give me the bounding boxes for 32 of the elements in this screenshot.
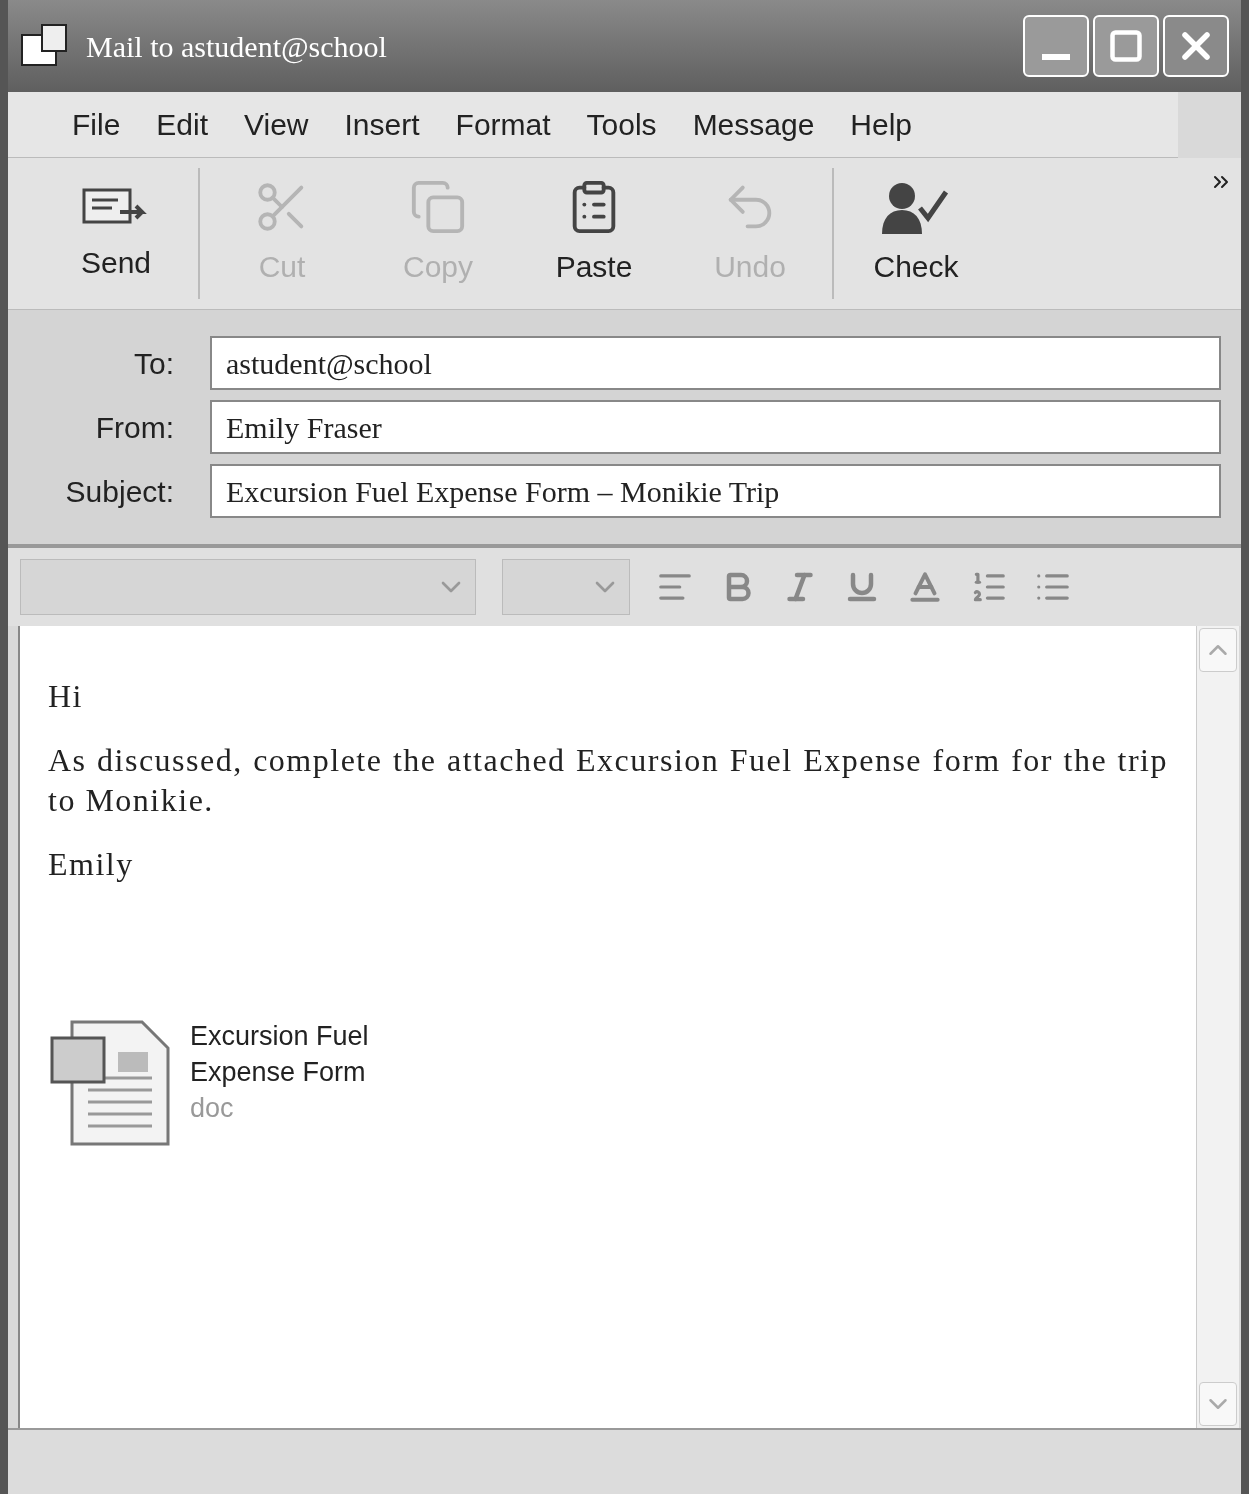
scroll-up-button[interactable] (1199, 628, 1237, 672)
attachment-name[interactable]: Excursion Fuel Expense Form (190, 1018, 390, 1090)
close-button[interactable] (1163, 15, 1229, 77)
header-field[interactable]: Emily Fraser (210, 400, 1221, 454)
toolbar-button[interactable]: Send (38, 158, 194, 309)
menu-item[interactable]: Tools (570, 102, 673, 147)
body-paragraph: As discussed, complete the attached Excursion Fuel Expense form for the trip to Monikie. (48, 741, 1168, 820)
field-label: To: (132, 345, 174, 382)
maximize-button[interactable] (1093, 15, 1159, 77)
attachment-type: doc (190, 1092, 235, 1125)
toolbar-button[interactable]: Paste (516, 158, 672, 309)
menu-item[interactable]: Insert (328, 102, 436, 147)
header-field[interactable]: astudent@school (210, 336, 1221, 390)
menu-item[interactable]: View (228, 102, 325, 147)
minimize-icon (1042, 54, 1070, 60)
menu-item[interactable]: Edit (140, 102, 225, 147)
menu-item[interactable]: Format (439, 102, 567, 147)
menu-item[interactable]: File (56, 102, 137, 147)
field-label: From: (94, 409, 174, 446)
minimize-button[interactable] (1023, 15, 1089, 77)
field-label: Subject: (64, 473, 174, 510)
menu-item[interactable]: Message (676, 102, 831, 147)
scrollbar[interactable] (1196, 626, 1239, 1428)
body-paragraph: Hi (48, 677, 84, 716)
copy-icon (409, 178, 467, 236)
toolbar-button[interactable]: Check (838, 158, 994, 309)
header-field[interactable]: Excursion Fuel Expense Form – Monikie Trip (210, 464, 1221, 518)
menu-item[interactable]: Help (834, 102, 929, 147)
maximize-icon (1108, 28, 1144, 64)
scroll-down-button[interactable] (1199, 1382, 1237, 1426)
body-paragraph: Emily (48, 845, 135, 884)
window-title: Mail to astudent@school (86, 28, 388, 66)
